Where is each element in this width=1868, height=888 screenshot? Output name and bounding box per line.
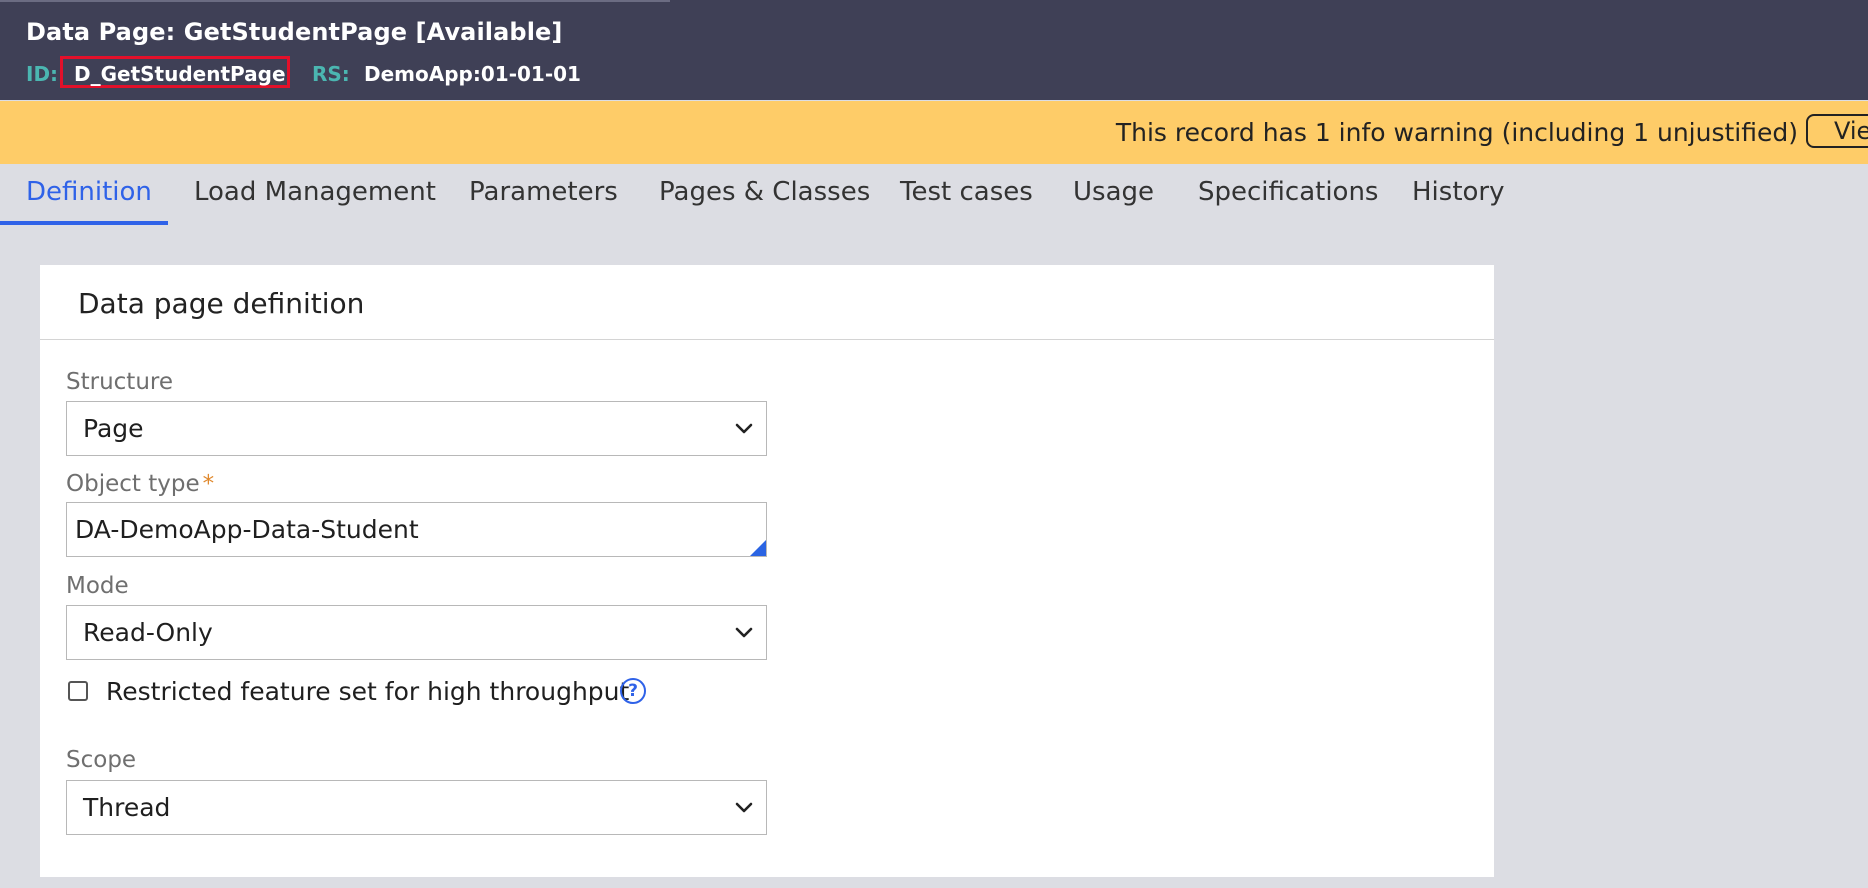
id-value[interactable]: D_GetStudentPage	[74, 62, 286, 86]
warning-banner: This record has 1 info warning (includin…	[0, 101, 1868, 164]
autocomplete-corner-icon	[750, 540, 766, 556]
tab-usage[interactable]: Usage	[1073, 177, 1154, 207]
view-warnings-button[interactable]: View	[1806, 114, 1868, 148]
warning-text: This record has 1 info warning (includin…	[1115, 118, 1798, 147]
tab-pages-classes[interactable]: Pages & Classes	[659, 177, 870, 207]
object-type-value: DA-DemoApp-Data-Student	[75, 515, 419, 544]
scope-select[interactable]: Thread	[66, 780, 767, 835]
tab-specifications[interactable]: Specifications	[1198, 177, 1378, 207]
ruleset-label: RS:	[312, 62, 350, 86]
tab-test-cases[interactable]: Test cases	[900, 177, 1033, 207]
help-icon[interactable]: ?	[620, 678, 646, 704]
chevron-down-icon	[735, 802, 753, 813]
record-header: Data Page: GetStudentPage [Available] ID…	[0, 0, 1868, 100]
restricted-feature-label[interactable]: Restricted feature set for high throughp…	[106, 677, 629, 706]
mode-value: Read-Only	[83, 618, 213, 647]
required-asterisk: *	[202, 471, 215, 497]
ruleset-value[interactable]: DemoApp:01-01-01	[364, 62, 581, 86]
tab-definition[interactable]: Definition	[26, 177, 152, 207]
tab-history[interactable]: History	[1412, 177, 1505, 207]
tab-load-management[interactable]: Load Management	[194, 177, 436, 207]
mode-select[interactable]: Read-Only	[66, 605, 767, 660]
scope-value: Thread	[83, 793, 171, 822]
tab-parameters[interactable]: Parameters	[469, 177, 618, 207]
object-type-label: Object type *	[66, 471, 214, 497]
scope-label: Scope	[66, 747, 137, 773]
chevron-down-icon	[735, 423, 753, 434]
structure-select[interactable]: Page	[66, 401, 767, 456]
mode-label: Mode	[66, 573, 129, 599]
active-tab-indicator	[0, 221, 168, 225]
restricted-feature-checkbox[interactable]	[68, 681, 88, 701]
chevron-down-icon	[735, 627, 753, 638]
card-divider	[40, 339, 1494, 340]
card-title: Data page definition	[78, 287, 365, 320]
definition-card: Data page definition Structure Page Obje…	[40, 265, 1494, 877]
structure-label: Structure	[66, 369, 173, 395]
object-type-label-text: Object type	[66, 471, 200, 497]
record-title: Data Page: GetStudentPage [Available]	[26, 18, 563, 46]
id-label: ID:	[26, 62, 59, 86]
tab-bar: Definition Load Management Parameters Pa…	[0, 165, 1868, 225]
header-top-line	[0, 0, 670, 2]
object-type-input[interactable]: DA-DemoApp-Data-Student	[66, 502, 767, 557]
structure-value: Page	[83, 414, 144, 443]
